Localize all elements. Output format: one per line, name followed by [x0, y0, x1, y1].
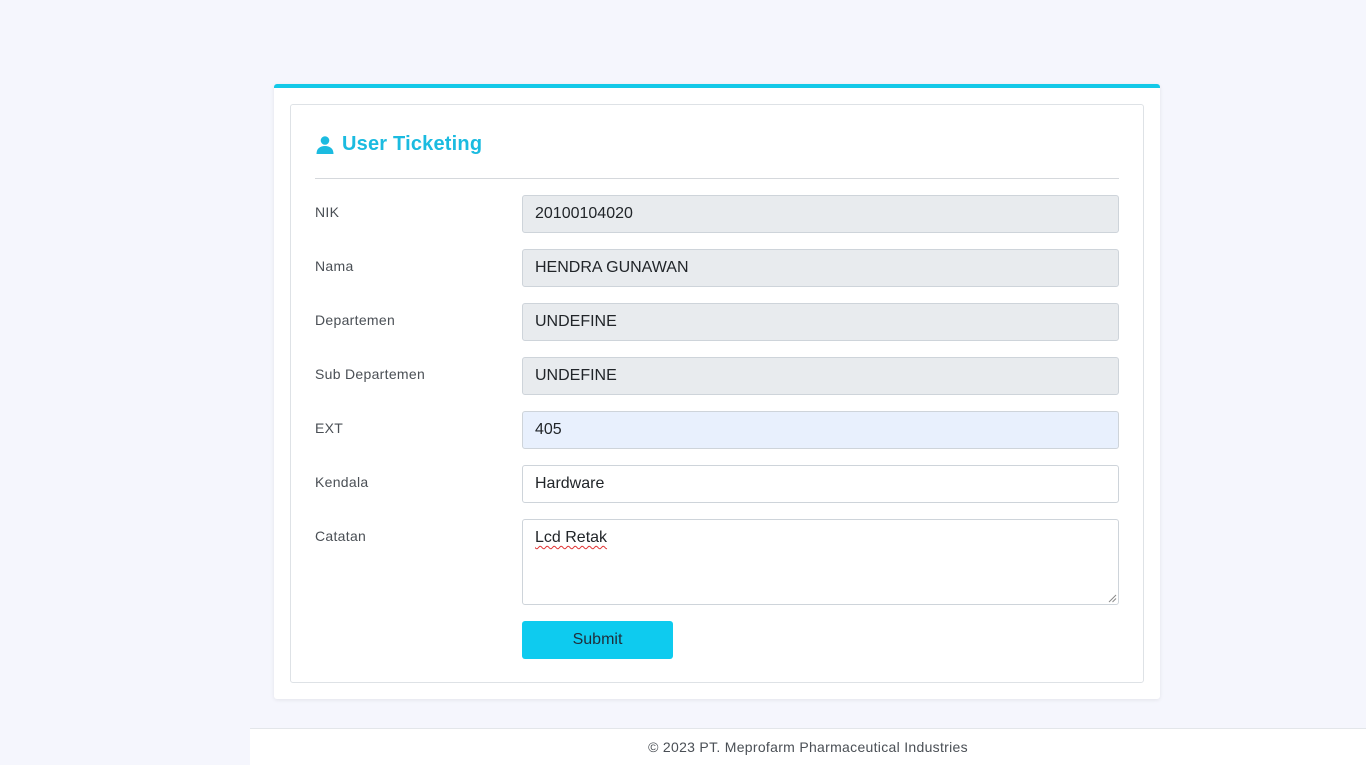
ext-label: EXT: [315, 420, 344, 436]
nama-field[interactable]: [522, 249, 1119, 287]
kendala-field[interactable]: [522, 465, 1119, 503]
nama-label: Nama: [315, 258, 354, 274]
form-panel: User Ticketing NIK Nama Departemen Sub D…: [290, 104, 1144, 683]
page-title-text: User Ticketing: [342, 133, 483, 155]
user-icon: [315, 135, 335, 155]
nik-label: NIK: [315, 204, 340, 220]
footer-copyright: © 2023 PT. Meprofarm Pharmaceutical Indu…: [648, 739, 968, 755]
kendala-label: Kendala: [315, 474, 369, 490]
nik-field[interactable]: [522, 195, 1119, 233]
catatan-text: Lcd Retak: [535, 529, 608, 546]
footer: © 2023 PT. Meprofarm Pharmaceutical Indu…: [250, 728, 1366, 765]
page-title: User Ticketing: [315, 133, 482, 156]
departemen-field[interactable]: [522, 303, 1119, 341]
catatan-label: Catatan: [315, 528, 367, 544]
submit-button[interactable]: Submit: [522, 621, 673, 659]
catatan-textarea[interactable]: Lcd Retak: [522, 519, 1119, 605]
sub-departemen-label: Sub Departemen: [315, 366, 426, 382]
resize-handle-icon[interactable]: [1107, 593, 1117, 603]
sub-departemen-field[interactable]: [522, 357, 1119, 395]
ext-field[interactable]: [522, 411, 1119, 449]
ticket-card: User Ticketing NIK Nama Departemen Sub D…: [274, 84, 1160, 699]
title-divider: [315, 178, 1119, 179]
departemen-label: Departemen: [315, 312, 396, 328]
